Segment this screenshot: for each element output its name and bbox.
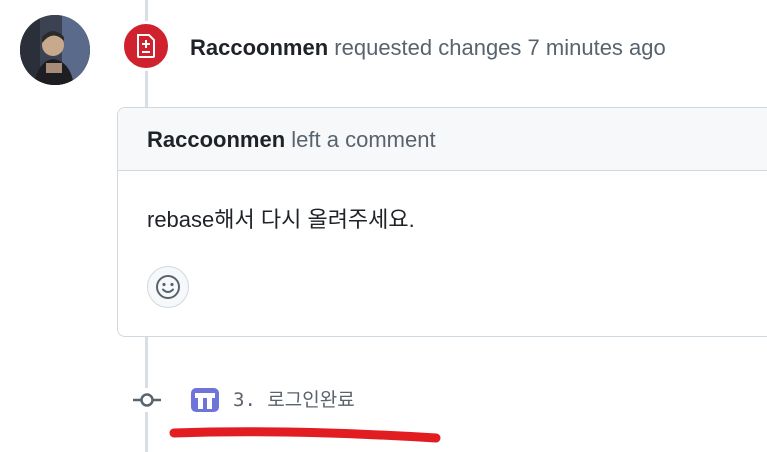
avatar-image [20,15,90,85]
git-commit-icon [133,388,161,412]
comment-header: Raccoonmen left a comment [118,108,767,171]
comment-body: rebase해서 다시 올려주세요. [147,207,415,232]
review-author-link[interactable]: Raccoonmen [190,35,328,60]
red-underline-annotation [168,424,444,446]
committer-avatar[interactable] [190,386,220,414]
review-action: requested changes [334,35,522,60]
comment-author-link[interactable]: Raccoonmen [147,127,285,152]
comment-box: Raccoonmen left a comment rebase해서 다시 올려… [117,107,767,337]
review-header: Raccoonmen requested changes 7 minutes a… [190,34,666,62]
committer-avatar-icon [191,388,219,412]
review-badge [121,21,171,71]
file-diff-icon [137,34,155,58]
comment-action: left a comment [291,127,436,152]
commit-message-link[interactable]: 3. 로그인완료 [233,388,355,412]
review-time[interactable]: 7 minutes ago [528,35,666,60]
avatar[interactable] [20,15,90,85]
add-reaction-button[interactable] [147,266,189,308]
smiley-icon [156,275,180,299]
